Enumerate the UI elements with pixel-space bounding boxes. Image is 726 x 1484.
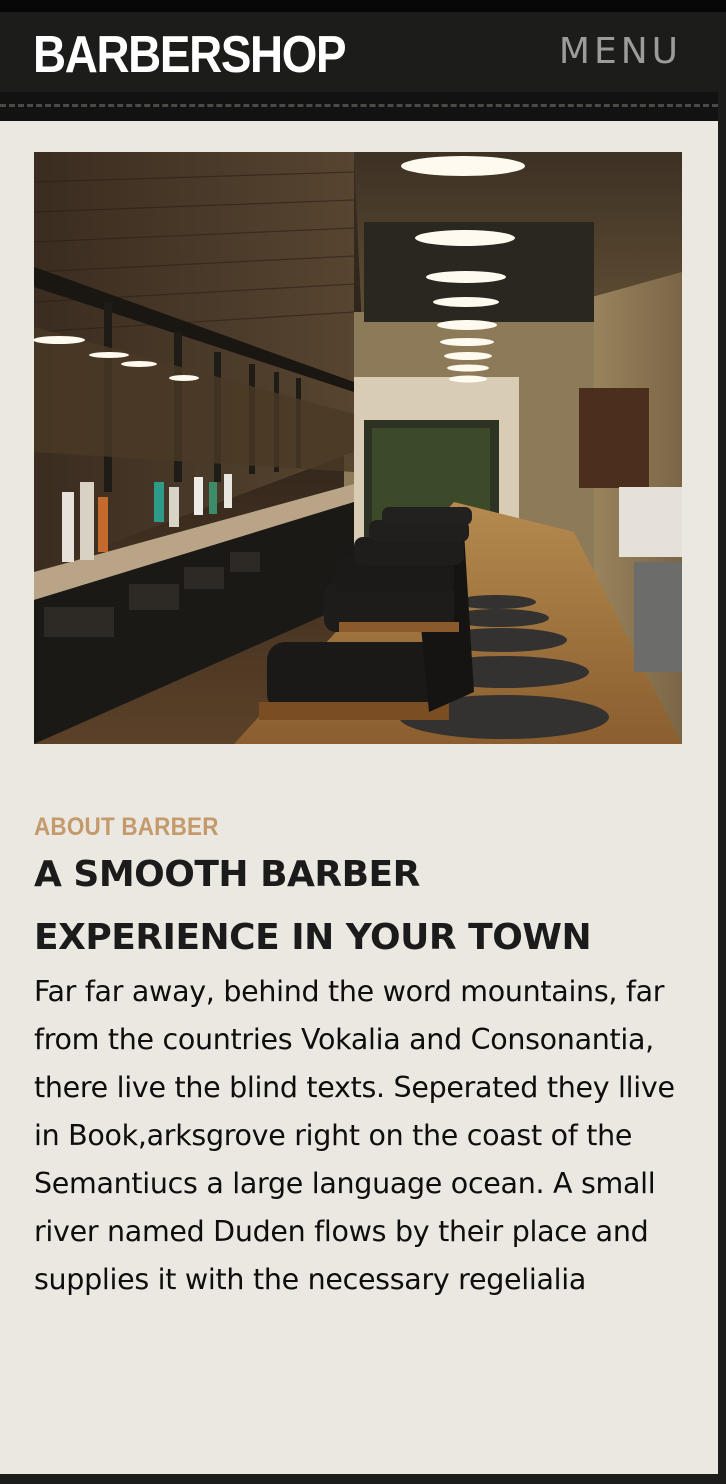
barbershop-photo-illustration xyxy=(34,152,682,744)
header-divider xyxy=(0,92,718,121)
navbar: BARBERSHOP MENU xyxy=(0,12,718,92)
brand-logo[interactable]: BARBERSHOP xyxy=(33,26,347,84)
section-eyebrow: ABOUT BARBER xyxy=(34,813,219,841)
scrollbar-track[interactable] xyxy=(718,92,726,1484)
barbershop-interior-image xyxy=(34,152,682,744)
menu-button[interactable]: MENU xyxy=(559,30,682,74)
top-strip xyxy=(0,0,726,12)
dashed-line xyxy=(0,104,718,107)
section-body-text: Far far away, behind the word mountains,… xyxy=(34,975,675,1296)
bottom-bar xyxy=(0,1474,726,1484)
section-headline: A SMOOTH BARBER EXPERIENCE IN YOUR TOWN xyxy=(34,854,592,958)
page: BARBERSHOP MENU ABOUT BARBER A SMOOTH BA… xyxy=(0,0,726,1484)
about-section: ABOUT BARBER A SMOOTH BARBER EXPERIENCE … xyxy=(0,121,718,1474)
